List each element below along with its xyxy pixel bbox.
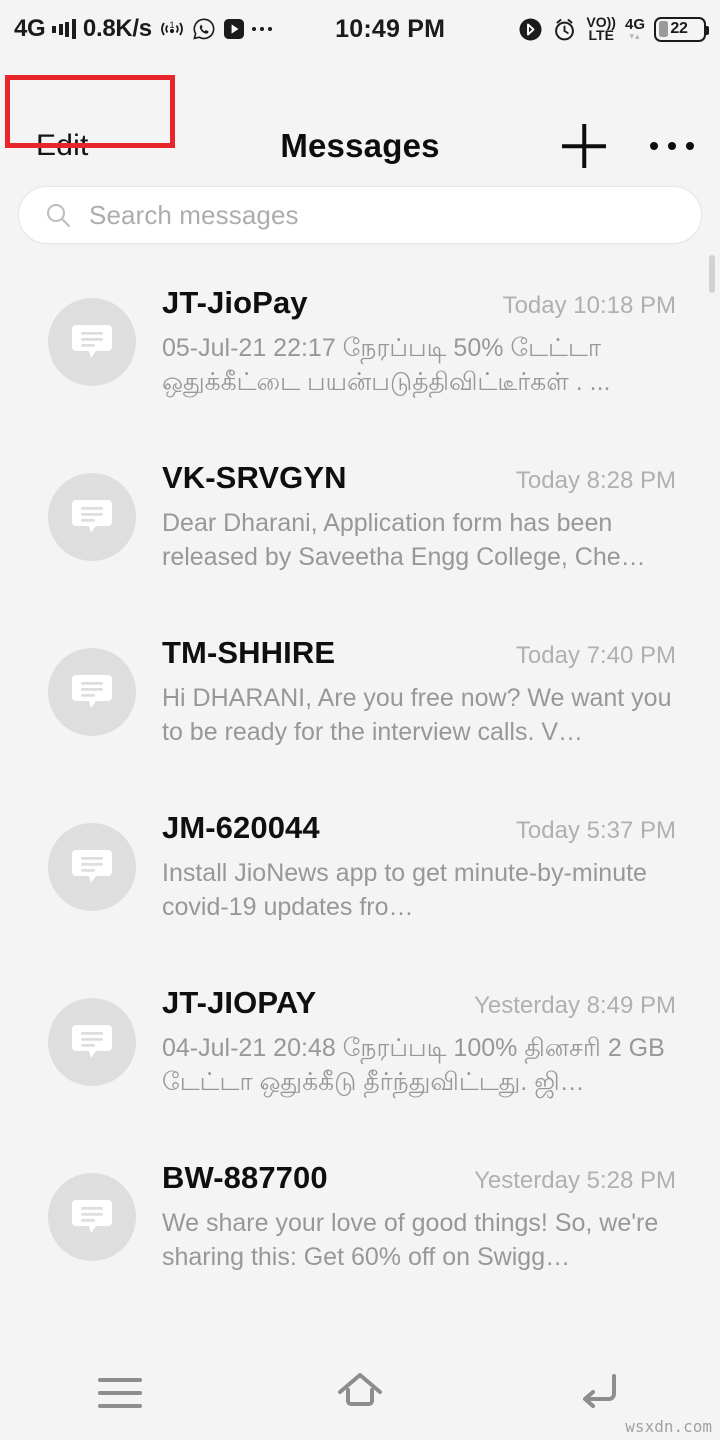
status-bar-right: VO)) LTE 4G ▾▴ 22 — [518, 15, 709, 43]
home-button[interactable] — [240, 1367, 480, 1418]
home-icon — [332, 1367, 388, 1418]
status-bar: 4G 0.8K/s 1 10:49 PM VO)) LTE 4G ▾▴ 22 — [0, 0, 720, 58]
message-list-item[interactable]: TM-SHHIRE Today 7:40 PM Hi DHARANI, Are yo… — [0, 605, 720, 780]
message-bubble-icon — [48, 473, 136, 561]
message-timestamp: Today 10:18 PM — [502, 292, 676, 319]
message-content: BW-887700 Yesterday 5:28 PM We share your … — [162, 1160, 676, 1274]
overflow-menu-icon-dot-3 — [686, 142, 694, 150]
message-preview: 05-Jul-21 22:17 நேரப்படி 50% டேட்டா ஒதுக… — [162, 334, 611, 396]
scrollbar-thumb[interactable] — [709, 255, 715, 293]
overflow-menu-button[interactable] — [650, 142, 694, 150]
overflow-menu-icon-dot-2 — [668, 142, 676, 150]
message-list[interactable]: JT-JioPay Today 10:18 PM 05-Jul-21 22:17 ந… — [0, 255, 720, 1345]
message-sender: BW-887700 — [162, 1160, 328, 1195]
message-header-row: JM-620044 Today 5:37 PM — [162, 810, 676, 846]
message-timestamp: Today 7:40 PM — [515, 642, 676, 669]
back-button[interactable] — [480, 1368, 720, 1417]
data-speed-label: 0.8K/s — [82, 15, 152, 42]
message-preview: We share your love of good things! So, w… — [162, 1209, 659, 1271]
message-list-item[interactable]: JT-JIOPAY Yesterday 8:49 PM 04-Jul-21 20:4… — [0, 955, 720, 1130]
message-sender: JT-JIOPAY — [162, 985, 317, 1020]
bluetooth-icon — [518, 17, 543, 42]
youtube-icon — [223, 18, 245, 40]
search-input[interactable]: Search messages — [18, 186, 702, 244]
message-bubble-icon — [48, 998, 136, 1086]
message-preview: Install JioNews app to get minute-by-min… — [162, 859, 647, 921]
message-content: VK-SRVGYN Today 8:28 PM Dear Dharani, Appl… — [162, 460, 676, 574]
message-content: JM-620044 Today 5:37 PM Install JioNews ap… — [162, 810, 676, 924]
back-icon — [574, 1368, 626, 1417]
message-bubble-icon — [48, 1173, 136, 1261]
recent-apps-button[interactable] — [0, 1377, 240, 1408]
recent-apps-icon — [98, 1377, 142, 1408]
message-timestamp: Today 8:28 PM — [515, 467, 676, 494]
message-bubble-icon — [48, 298, 136, 386]
message-sender: JM-620044 — [162, 810, 320, 845]
overflow-menu-icon-dot-1 — [650, 142, 658, 150]
sim-network-label: 4G — [624, 15, 645, 33]
svg-text:1: 1 — [169, 20, 174, 30]
message-list-item[interactable]: BW-887700 Yesterday 5:28 PM We share your … — [0, 1130, 720, 1305]
message-preview: Dear Dharani, Application form has been … — [162, 509, 646, 571]
more-notifications-icon — [251, 27, 272, 31]
message-list-item[interactable]: VK-SRVGYN Today 8:28 PM Dear Dharani, Appl… — [0, 430, 720, 605]
status-bar-center: 10:49 PM — [272, 15, 519, 44]
status-bar-left: 4G 0.8K/s 1 — [14, 17, 272, 41]
message-timestamp: Today 5:37 PM — [515, 817, 676, 844]
message-header-row: JT-JIOPAY Yesterday 8:49 PM — [162, 985, 676, 1021]
message-preview: 04-Jul-21 20:48 நேரப்படி 100% தினசரி 2 G… — [162, 1034, 665, 1096]
alarm-icon — [552, 17, 577, 42]
message-content: TM-SHHIRE Today 7:40 PM Hi DHARANI, Are yo… — [162, 635, 676, 749]
page-title: Messages — [280, 127, 440, 164]
battery-icon: 22 — [654, 16, 709, 42]
app-header: Edit Messages — [0, 58, 720, 168]
message-header-row: TM-SHHIRE Today 7:40 PM — [162, 635, 676, 671]
battery-percent-label: 22 — [670, 20, 688, 37]
message-sender: TM-SHHIRE — [162, 635, 336, 670]
system-navigation-bar — [0, 1345, 720, 1440]
message-header-row: VK-SRVGYN Today 8:28 PM — [162, 460, 676, 496]
search-placeholder-text: Search messages — [89, 199, 299, 230]
volte-indicator: VO)) LTE — [586, 15, 616, 43]
message-header-row: BW-887700 Yesterday 5:28 PM — [162, 1160, 676, 1196]
new-message-button[interactable] — [556, 118, 612, 174]
message-content: JT-JIOPAY Yesterday 8:49 PM 04-Jul-21 20:4… — [162, 985, 676, 1099]
message-timestamp: Yesterday 8:49 PM — [474, 992, 676, 1019]
message-header-row: JT-JioPay Today 10:18 PM — [162, 285, 676, 321]
network-type-label: 4G — [14, 15, 46, 42]
plus-icon-vertical — [582, 124, 586, 168]
hotspot-icon: 1 — [159, 17, 185, 41]
message-timestamp: Yesterday 5:28 PM — [474, 1167, 676, 1194]
message-list-item[interactable]: JT-JioPay Today 10:18 PM 05-Jul-21 22:17 ந… — [0, 255, 720, 430]
whatsapp-icon — [192, 17, 216, 41]
status-bar-clock: 10:49 PM — [335, 14, 446, 43]
message-sender: VK-SRVGYN — [162, 460, 347, 495]
data-arrows-icon: ▾▴ — [629, 30, 641, 41]
message-content: JT-JioPay Today 10:18 PM 05-Jul-21 22:17 ந… — [162, 285, 676, 399]
search-icon — [45, 202, 71, 228]
message-sender: JT-JioPay — [162, 285, 308, 320]
message-bubble-icon — [48, 648, 136, 736]
message-bubble-icon — [48, 823, 136, 911]
phone-screen: 4G 0.8K/s 1 10:49 PM VO)) LTE 4G ▾▴ 22 E… — [0, 0, 720, 1440]
sim-network-indicator: 4G ▾▴ — [624, 15, 645, 41]
message-preview: Hi DHARANI, Are you free now? We want yo… — [162, 684, 672, 746]
signal-bars-icon — [52, 19, 76, 39]
volte-line-2: LTE — [588, 27, 614, 43]
message-list-item[interactable]: JM-620044 Today 5:37 PM Install JioNews ap… — [0, 780, 720, 955]
watermark: wsxdn.com — [625, 1417, 712, 1436]
